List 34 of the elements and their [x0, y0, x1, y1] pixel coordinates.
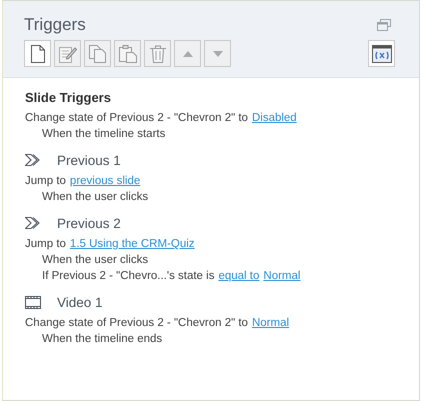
object-name: Previous 1: [57, 152, 121, 168]
panel-title: Triggers: [24, 15, 86, 35]
object-name: Video 1: [57, 294, 103, 310]
trash-icon: [150, 44, 166, 62]
section-heading: Slide Triggers: [25, 90, 111, 104]
action-text: Jump to: [25, 237, 66, 252]
action-text: Change state of Previous 2 - "Chevron 2" to: [25, 111, 248, 126]
trigger-link[interactable]: 1.5 Using the CRM-Quiz: [70, 236, 195, 252]
condition-text: When the user clicks: [42, 190, 148, 205]
condition-text: If Previous 2 - "Chevro...'s state is: [42, 269, 214, 284]
trigger-link[interactable]: Normal: [252, 315, 290, 331]
paste-icon: [118, 44, 136, 62]
trigger-link[interactable]: previous slide: [70, 173, 140, 189]
chevron-icon: [25, 217, 41, 229]
chevron-icon: [25, 154, 41, 166]
down-arrow-icon: [212, 50, 222, 56]
condition-text: When the timeline starts: [42, 127, 166, 142]
variables-button[interactable]: [368, 40, 395, 67]
new-button[interactable]: [24, 40, 51, 67]
page-icon: [30, 44, 44, 62]
trigger-link[interactable]: Disabled: [252, 110, 297, 126]
action-text: Change state of Previous 2 - "Chevron 2" to: [25, 316, 248, 331]
object-name: Previous 2: [57, 216, 121, 230]
film-icon: [25, 296, 41, 308]
action-text: Jump to: [25, 174, 66, 189]
condition-text: When the timeline ends: [42, 332, 162, 347]
trigger-link[interactable]: equal to: [218, 268, 260, 284]
variables-icon: [372, 44, 392, 62]
copy-icon: [88, 44, 106, 62]
condition-text: When the user clicks: [42, 253, 148, 268]
edit-icon: [58, 44, 76, 62]
up-arrow-icon: [182, 50, 192, 56]
trigger-link[interactable]: Normal: [263, 268, 300, 284]
restore-icon[interactable]: [377, 19, 391, 31]
